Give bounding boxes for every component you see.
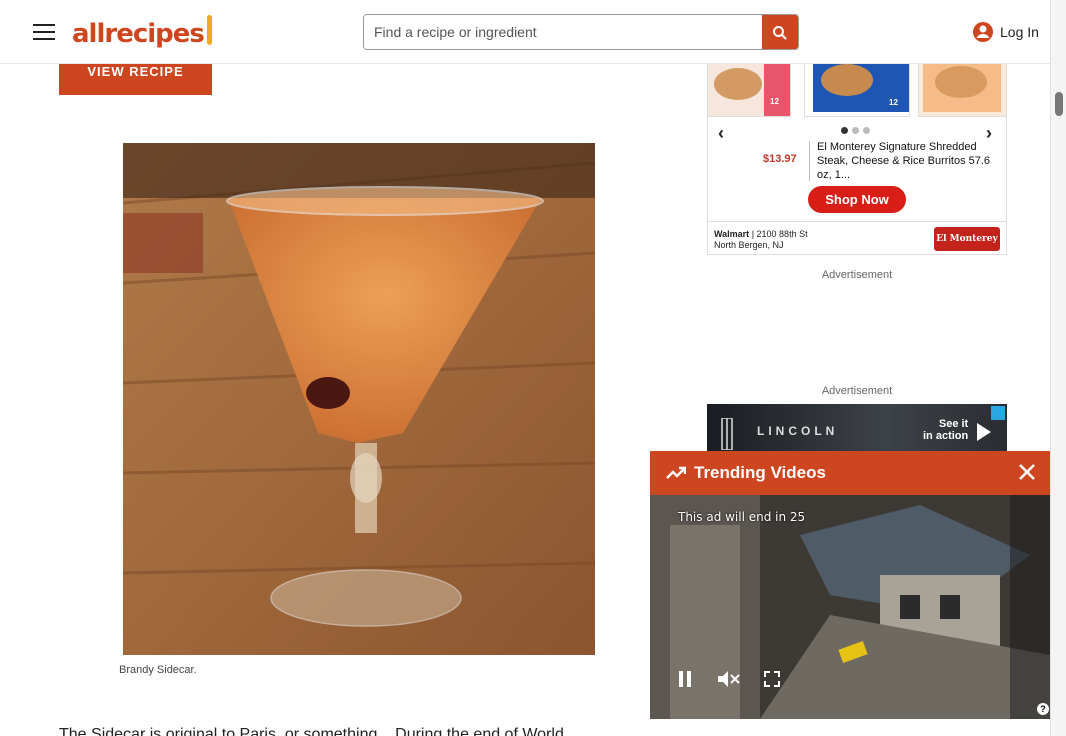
- search-button[interactable]: [762, 15, 798, 49]
- lincoln-brand: LINCOLN: [757, 424, 839, 438]
- advertisement-label: Advertisement: [821, 269, 893, 281]
- search-input[interactable]: [364, 15, 762, 49]
- close-icon[interactable]: [1018, 463, 1036, 481]
- carousel-dot[interactable]: [852, 127, 859, 134]
- store-address-line1: 2100 88th St: [756, 229, 808, 239]
- account-icon: [973, 22, 993, 42]
- trending-icon: [666, 466, 686, 479]
- carousel-dots: [841, 127, 870, 134]
- see-it-cta[interactable]: See it in action: [923, 418, 968, 442]
- mute-icon[interactable]: [718, 671, 740, 687]
- divider: [809, 141, 810, 181]
- site-logo[interactable]: allrecipes: [72, 15, 212, 49]
- product-price: $13.97: [763, 153, 797, 165]
- help-icon[interactable]: ?: [1037, 703, 1049, 715]
- product-ad[interactable]: 12 12 ‹ › $13.97 El Monterey Signature S…: [707, 40, 1007, 255]
- carousel-prev-icon[interactable]: ‹: [718, 123, 724, 144]
- page-scrollbar[interactable]: [1050, 0, 1066, 736]
- video-frame[interactable]: This ad will end in 25 ?: [650, 495, 1050, 719]
- fullscreen-icon[interactable]: [764, 671, 780, 687]
- site-header: allrecipes Log In: [0, 0, 1050, 64]
- store-address-line2: North Bergen, NJ: [714, 240, 784, 250]
- photo-caption: Brandy Sidecar.: [119, 664, 197, 676]
- adchoices-icon[interactable]: [991, 406, 1005, 420]
- trending-videos-player: Trending Videos This ad will end in 25 ?: [650, 451, 1050, 719]
- menu-icon[interactable]: [33, 24, 55, 40]
- lincoln-star-icon: [721, 418, 733, 450]
- carousel-dot[interactable]: [863, 127, 870, 134]
- article-body-text: The Sidecar is original to Paris, or som…: [59, 726, 578, 736]
- brand-logo: El Monterey: [934, 227, 1000, 251]
- login-label: Log In: [1000, 24, 1039, 40]
- store-bar: Walmart | 2100 88th St North Bergen, NJ …: [708, 221, 1006, 254]
- cocktail-photo: [123, 143, 595, 655]
- product-title[interactable]: El Monterey Signature Shredded Steak, Ch…: [817, 140, 997, 182]
- play-icon[interactable]: [977, 423, 991, 441]
- login-button[interactable]: Log In: [972, 21, 1039, 43]
- svg-text:12: 12: [770, 97, 779, 106]
- scrollbar-thumb[interactable]: [1055, 92, 1063, 116]
- advertisement-label: Advertisement: [821, 385, 893, 397]
- shop-now-button[interactable]: Shop Now: [808, 186, 906, 213]
- ad-countdown-text: This ad will end in 25: [678, 510, 806, 524]
- pause-icon[interactable]: [678, 671, 692, 687]
- store-info: Walmart | 2100 88th St North Bergen, NJ: [714, 229, 808, 250]
- store-name: Walmart: [714, 229, 750, 239]
- carousel-dot[interactable]: [841, 127, 848, 134]
- trending-header: Trending Videos: [650, 451, 1050, 495]
- trending-title: Trending Videos: [694, 463, 826, 482]
- search-bar: [363, 14, 799, 50]
- search-icon: [773, 26, 787, 40]
- svg-text:12: 12: [889, 98, 898, 107]
